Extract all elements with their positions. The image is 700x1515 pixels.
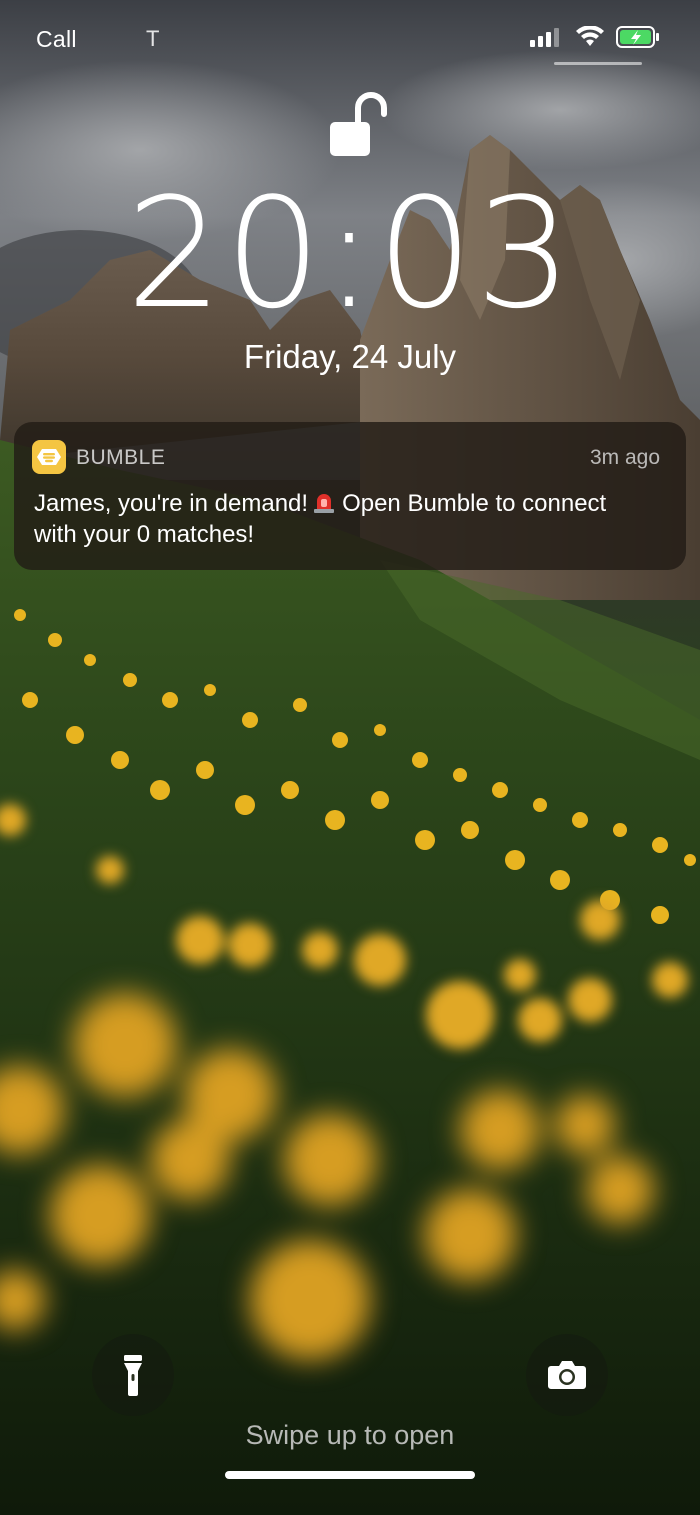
notification-time: 3m ago [589,446,660,469]
cellular-signal-icon [530,28,559,47]
status-bar: Call T [0,0,700,80]
lock-screen-date: Friday, 24 July [243,338,457,375]
camera-icon [548,1361,586,1389]
wifi-icon [576,26,604,46]
notification-message-part1: James, you're in demand! [34,490,309,517]
notification-app-name: BUMBLE [76,446,166,469]
bumble-notification[interactable]: BUMBLE 3m ago James, you're in demand! O… [14,422,686,570]
flashlight-icon [124,1355,142,1396]
flashlight-button[interactable] [92,1334,174,1416]
status-icons [530,26,660,48]
notification-message: James, you're in demand! Open Bumble to … [34,488,654,550]
lock-open-icon [330,92,387,156]
carrier-extra-label: T [146,26,160,51]
battery-charging-icon [616,26,659,48]
police-siren-icon [314,494,335,513]
home-indicator[interactable] [225,1471,475,1479]
swipe-up-hint: Swipe up to open [245,1420,455,1450]
bumble-app-icon [32,440,66,474]
camera-button[interactable] [526,1334,608,1416]
lock-screen-time: 20:03 [125,165,575,342]
carrier-label: Call [36,26,77,52]
lock-screen: Call T 20:03 Friday, 24 July BUMBLE 3m a… [0,0,700,1515]
control-center-indicator[interactable] [554,62,642,65]
